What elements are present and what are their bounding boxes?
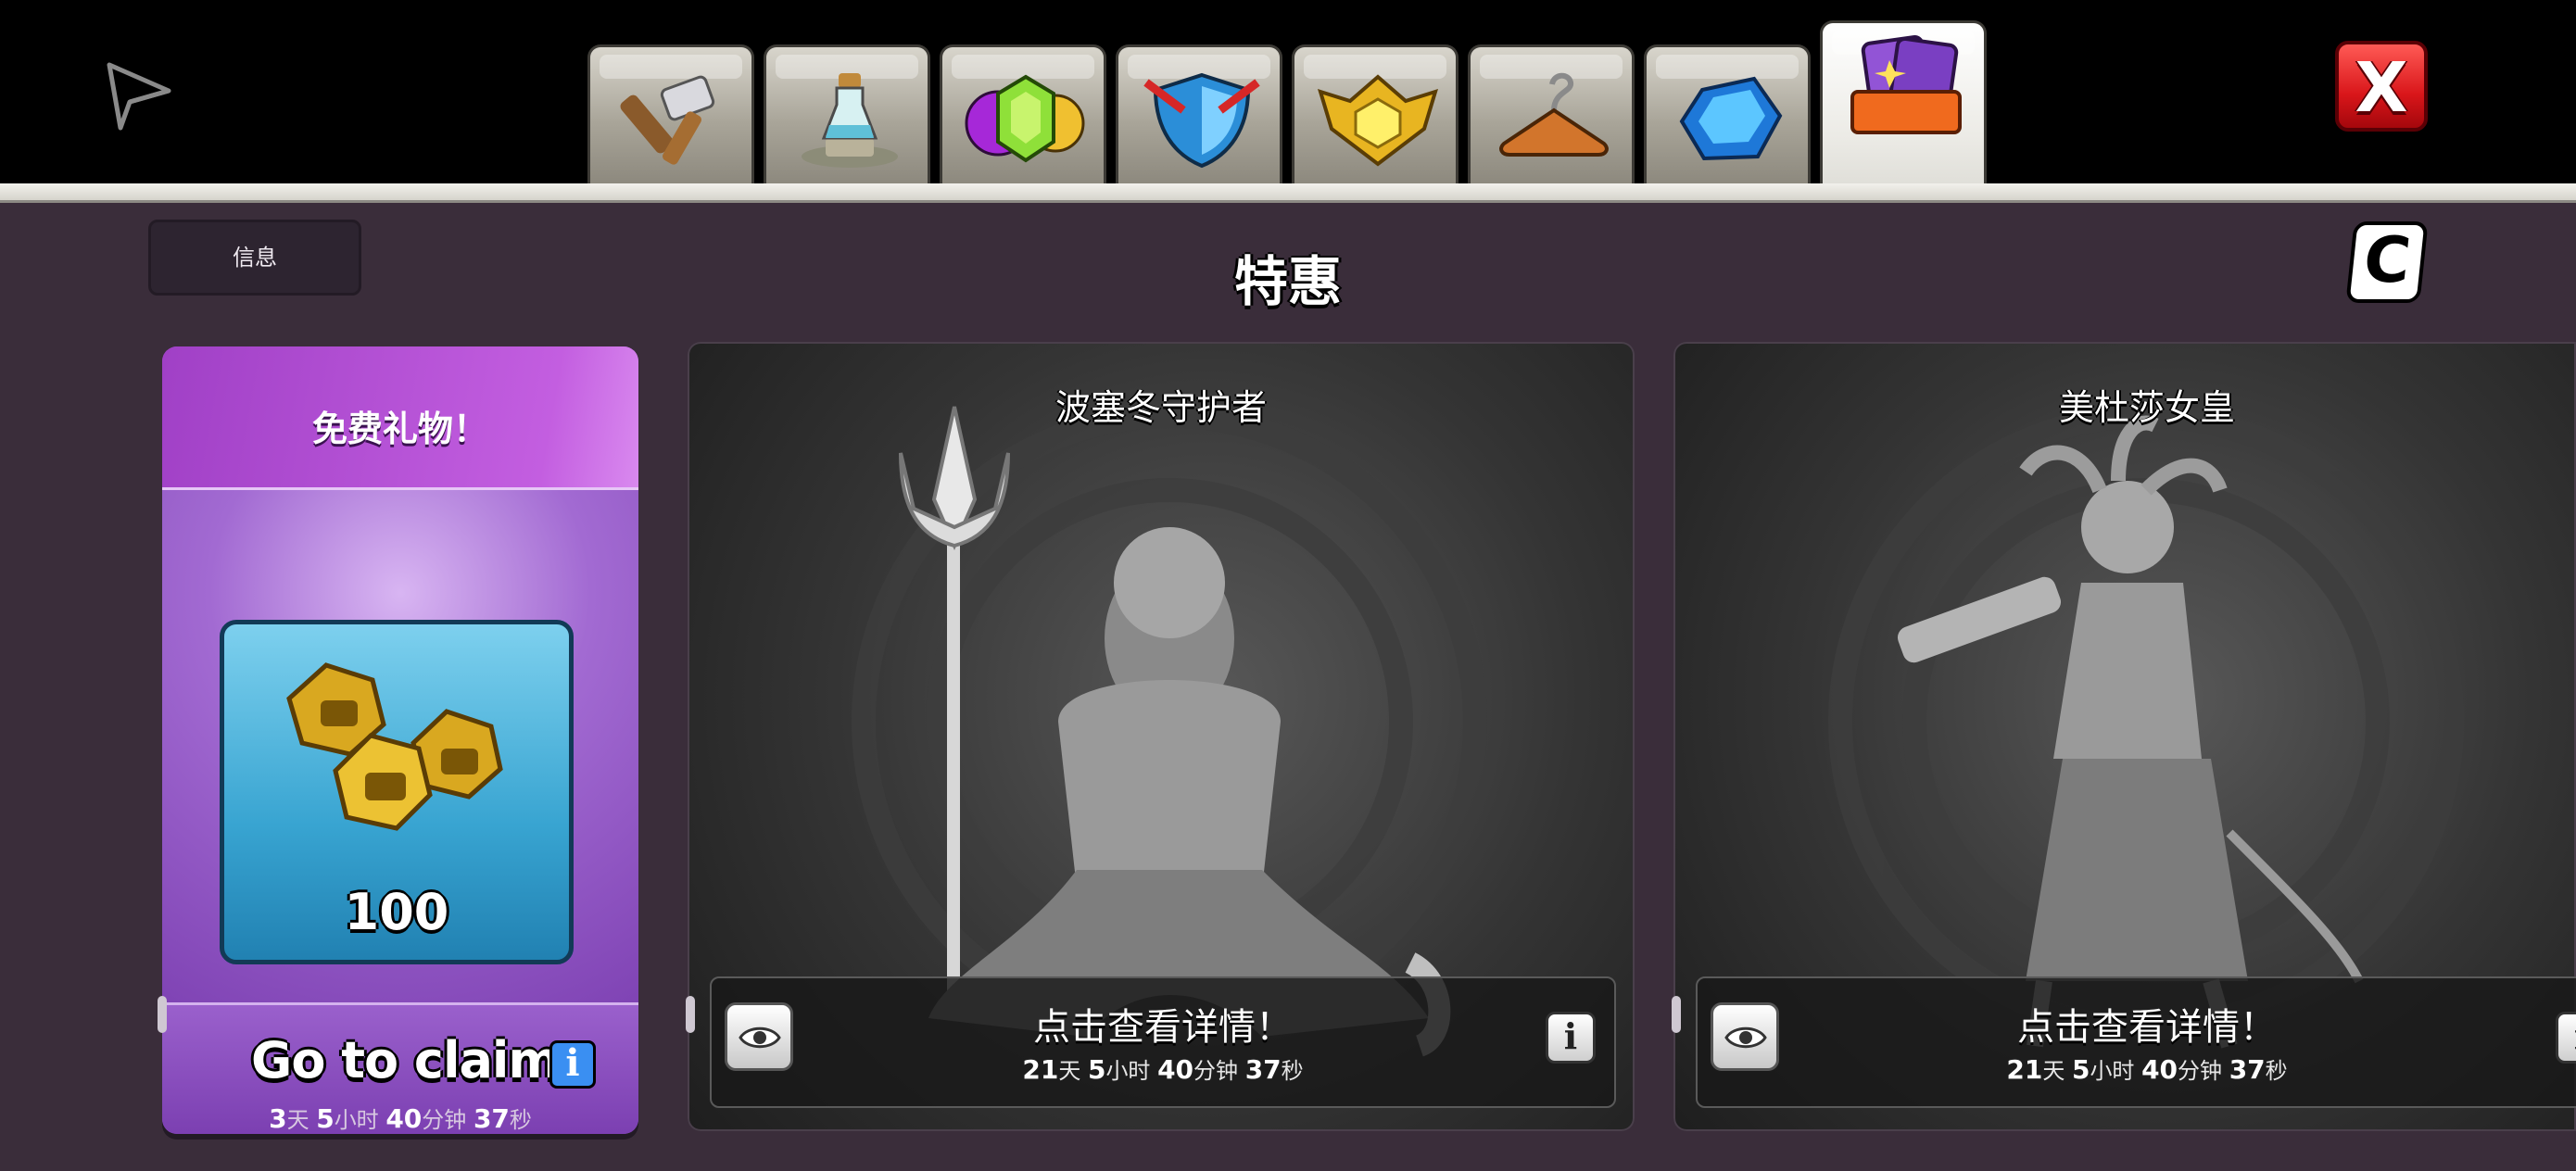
creator-code-button[interactable]: C bbox=[2345, 221, 2429, 303]
offer-title: 美杜莎女皇 bbox=[2058, 387, 2235, 428]
tab-resources[interactable] bbox=[940, 44, 1106, 183]
offer-cards-icon bbox=[1850, 34, 1962, 134]
tab-special-offers[interactable] bbox=[1820, 20, 1987, 183]
tab-potion[interactable] bbox=[764, 44, 930, 183]
league-badge-icon bbox=[1318, 74, 1438, 167]
offer-timer: 21天 5小时 40分钟 37秒 bbox=[2006, 1054, 2288, 1085]
gift-header: 免费礼物！ bbox=[162, 346, 638, 487]
hanger-icon bbox=[1499, 72, 1609, 157]
scroll-notch bbox=[686, 996, 695, 1033]
header-divider bbox=[0, 183, 2576, 203]
tab-builder-tools[interactable] bbox=[587, 44, 754, 183]
hammer-icon bbox=[620, 75, 715, 165]
tab-skins[interactable] bbox=[1468, 44, 1635, 183]
info-button[interactable]: 信息 bbox=[148, 220, 361, 296]
potion-icon bbox=[802, 73, 898, 168]
offer-info-icon[interactable]: i bbox=[1546, 1012, 1596, 1064]
offer-footer: 点击查看详情！ 21天 5小时 40分钟 37秒 i bbox=[1696, 976, 2576, 1108]
offer-footer: 点击查看详情！ 21天 5小时 40分钟 37秒 i bbox=[710, 976, 1616, 1108]
offer-timer: 21天 5小时 40分钟 37秒 bbox=[1022, 1054, 1304, 1085]
poseidon-skin-art bbox=[852, 404, 1487, 1057]
claim-info-icon[interactable]: i bbox=[549, 1040, 596, 1089]
shield-icon bbox=[1143, 72, 1260, 169]
offers-panel: 信息 特惠 C 免费礼物！ 100 Go to claim i 3天 5小时 4… bbox=[0, 203, 2576, 1171]
tab-ore[interactable] bbox=[1644, 44, 1811, 183]
go-to-claim-button[interactable]: Go to claim i bbox=[251, 1031, 603, 1096]
gift-footer: Go to claim i 3天 5小时 40分钟 37秒 bbox=[162, 1002, 638, 1134]
offer-info-icon[interactable]: i bbox=[2556, 1012, 2576, 1064]
free-gift-card: 免费礼物！ 100 Go to claim i 3天 5小时 40分钟 37秒 bbox=[162, 346, 638, 1134]
medusa-skin-art bbox=[1828, 404, 2464, 1049]
raid-medal-icon bbox=[286, 662, 503, 831]
offer-cta: 点击查看详情！ bbox=[1033, 1006, 1293, 1049]
gem-coin-icon bbox=[965, 74, 1085, 163]
blue-ore-icon bbox=[1679, 76, 1783, 161]
close-button[interactable]: X bbox=[2335, 41, 2428, 132]
claim-label: Go to claim bbox=[251, 1031, 561, 1089]
reward-amount: 100 bbox=[344, 883, 449, 941]
tab-league[interactable] bbox=[1292, 44, 1458, 183]
gift-timer: 3天 5小时 40分钟 37秒 bbox=[269, 1103, 532, 1134]
gift-title: 免费礼物！ bbox=[311, 409, 488, 449]
scroll-notch bbox=[158, 996, 167, 1033]
reward-tile: 100 bbox=[220, 620, 574, 964]
offer-card-medusa[interactable]: 美杜莎女皇 点击查看详情！ 21天 5小时 40分钟 37秒 i bbox=[1673, 342, 2576, 1131]
offer-card-poseidon[interactable]: 波塞冬守护者 点击查看详情！ 21天 5小时 40分钟 37秒 i bbox=[688, 342, 1635, 1131]
top-bar: X bbox=[0, 0, 2576, 183]
tab-shield[interactable] bbox=[1116, 44, 1282, 183]
gift-body: 100 bbox=[162, 487, 638, 1005]
share-icon[interactable] bbox=[93, 46, 185, 139]
offer-title: 波塞冬守护者 bbox=[1054, 387, 1267, 428]
page-title: 特惠 bbox=[1233, 250, 1342, 313]
offer-cta: 点击查看详情！ bbox=[2017, 1006, 2277, 1049]
scroll-notch bbox=[1672, 996, 1681, 1033]
